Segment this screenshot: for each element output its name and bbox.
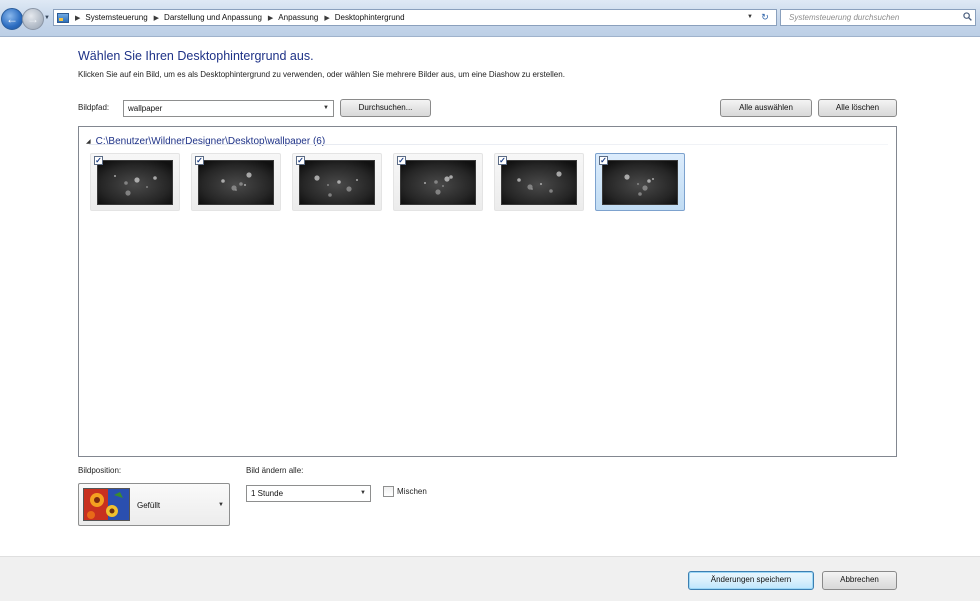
wallpaper-preview-image[interactable]: [198, 160, 274, 205]
wallpaper-gallery[interactable]: ◢ C:\Benutzer\WildnerDesigner\Desktop\wa…: [78, 126, 897, 457]
back-arrow-icon[interactable]: ←: [1, 8, 23, 30]
search-input[interactable]: Systemsteuerung durchsuchen: [780, 9, 976, 26]
thumbnail-checkbox[interactable]: ✓: [195, 156, 204, 165]
image-path-label: Bildpfad:: [78, 103, 110, 112]
wallpaper-thumbnail[interactable]: ✓: [292, 153, 382, 211]
breadcrumb-arrow-icon[interactable]: ▶: [75, 14, 80, 22]
browse-button[interactable]: Durchsuchen...: [340, 99, 431, 117]
image-position-select[interactable]: Gefüllt ▼: [78, 483, 230, 526]
dropdown-arrow-icon[interactable]: ▼: [323, 101, 329, 116]
wallpaper-preview-image[interactable]: [97, 160, 173, 205]
search-placeholder: Systemsteuerung durchsuchen: [789, 13, 900, 22]
forward-arrow-icon[interactable]: →: [22, 8, 44, 30]
breadcrumb-label[interactable]: Systemsteuerung: [85, 13, 147, 22]
control-panel-icon: [57, 12, 69, 23]
refresh-icon[interactable]: ↻: [758, 11, 772, 24]
breadcrumb-label[interactable]: Desktophintergrund: [335, 13, 405, 22]
breadcrumb-systemsteuerung[interactable]: ▶ Systemsteuerung: [69, 13, 148, 22]
image-position-label: Bildposition:: [78, 466, 122, 475]
image-position-value: Gefüllt: [137, 501, 161, 510]
wallpaper-thumbnail[interactable]: ✓: [90, 153, 180, 211]
group-divider: [89, 144, 888, 145]
save-changes-button[interactable]: Änderungen speichern: [688, 571, 814, 590]
thumbnail-checkbox[interactable]: ✓: [599, 156, 608, 165]
wallpaper-preview-image[interactable]: [400, 160, 476, 205]
breadcrumb-desktophintergrund[interactable]: ▶ Desktophintergrund: [318, 13, 404, 22]
wallpaper-preview-image[interactable]: [501, 160, 577, 205]
breadcrumb-arrow-icon[interactable]: ▶: [154, 14, 159, 22]
wallpaper-thumbnail[interactable]: ✓: [595, 153, 685, 211]
breadcrumb-arrow-icon[interactable]: ▶: [268, 14, 273, 22]
gallery-group-title: C:\Benutzer\WildnerDesigner\Desktop\wall…: [95, 136, 326, 147]
dropdown-arrow-icon[interactable]: ▼: [218, 502, 224, 508]
dropdown-arrow-icon[interactable]: ▼: [360, 486, 366, 501]
position-preview-image: [83, 488, 130, 521]
address-history-chevron-icon[interactable]: ▼: [747, 14, 753, 20]
cancel-button[interactable]: Abbrechen: [822, 571, 897, 590]
gallery-group-header[interactable]: ◢ C:\Benutzer\WildnerDesigner\Desktop\wa…: [86, 136, 325, 147]
change-interval-value: 1 Stunde: [251, 489, 284, 498]
select-all-button[interactable]: Alle auswählen: [720, 99, 812, 117]
wallpaper-thumbnail[interactable]: ✓: [191, 153, 281, 211]
breadcrumb-arrow-icon[interactable]: ▶: [324, 14, 329, 22]
image-path-select[interactable]: wallpaper ▼: [123, 100, 334, 117]
wallpaper-preview-image[interactable]: [602, 160, 678, 205]
address-box[interactable]: ▶ Systemsteuerung ▶ Darstellung und Anpa…: [53, 9, 777, 26]
thumbnail-checkbox[interactable]: ✓: [498, 156, 507, 165]
image-path-value: wallpaper: [128, 104, 163, 113]
wallpaper-preview-image[interactable]: [299, 160, 375, 205]
page-subtitle: Klicken Sie auf ein Bild, um es als Desk…: [78, 70, 565, 79]
thumbnail-checkbox[interactable]: ✓: [94, 156, 103, 165]
change-interval-label: Bild ändern alle:: [246, 466, 304, 475]
search-icon[interactable]: [963, 12, 972, 21]
page-title: Wählen Sie Ihren Desktophintergrund aus.: [78, 49, 314, 63]
thumbnail-checkbox[interactable]: ✓: [397, 156, 406, 165]
shuffle-label[interactable]: Mischen: [397, 487, 427, 496]
breadcrumb-anpassung[interactable]: ▶ Anpassung: [262, 13, 318, 22]
wallpaper-thumbnail[interactable]: ✓: [393, 153, 483, 211]
recent-pages-chevron-icon[interactable]: ▼: [44, 15, 50, 21]
breadcrumb-label[interactable]: Anpassung: [278, 13, 318, 22]
breadcrumb-darstellung[interactable]: ▶ Darstellung und Anpassung: [148, 13, 262, 22]
shuffle-checkbox[interactable]: [383, 486, 394, 497]
wallpaper-thumbnail[interactable]: ✓: [494, 153, 584, 211]
address-toolbar: ← → ▼ ▶ Systemsteuerung ▶ Darstellung un…: [0, 0, 980, 37]
change-interval-select[interactable]: 1 Stunde ▼: [246, 485, 371, 502]
clear-all-button[interactable]: Alle löschen: [818, 99, 897, 117]
breadcrumb-label[interactable]: Darstellung und Anpassung: [164, 13, 262, 22]
thumbnail-checkbox[interactable]: ✓: [296, 156, 305, 165]
